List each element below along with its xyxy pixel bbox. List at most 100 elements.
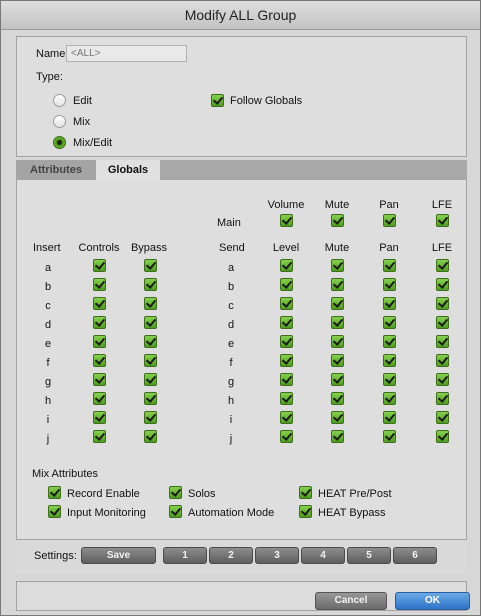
cancel-button[interactable]: Cancel [315, 592, 387, 610]
main-pan-checkbox[interactable] [383, 214, 396, 227]
type-radio-edit[interactable] [53, 94, 66, 107]
send-pan-checkbox[interactable] [383, 430, 396, 443]
insert-controls-checkbox[interactable] [93, 392, 106, 405]
send-lfe-checkbox[interactable] [436, 278, 449, 291]
insert-bypass-checkbox[interactable] [144, 373, 157, 386]
send-row-label: h [227, 395, 235, 407]
insert-controls-checkbox[interactable] [93, 278, 106, 291]
send-level-checkbox[interactable] [280, 373, 293, 386]
settings-preset-5-button[interactable]: 5 [347, 547, 391, 564]
input-monitoring-label: Input Monitoring [67, 507, 146, 519]
send-mute-checkbox[interactable] [331, 335, 344, 348]
automation-mode-checkbox[interactable] [169, 505, 182, 518]
settings-preset-6-button[interactable]: 6 [393, 547, 437, 564]
send-lfe-checkbox[interactable] [436, 259, 449, 272]
send-pan-checkbox[interactable] [383, 411, 396, 424]
insert-bypass-checkbox[interactable] [144, 354, 157, 367]
insert-controls-checkbox[interactable] [93, 316, 106, 329]
insert-controls-checkbox[interactable] [93, 411, 106, 424]
send-lfe-checkbox[interactable] [436, 316, 449, 329]
type-radio-mix-edit[interactable] [53, 136, 66, 149]
send-mute-checkbox[interactable] [331, 411, 344, 424]
main-mute-checkbox[interactable] [331, 214, 344, 227]
send-level-checkbox[interactable] [280, 354, 293, 367]
send-pan-checkbox[interactable] [383, 354, 396, 367]
solos-label: Solos [188, 488, 216, 500]
type-radio-label: Mix [73, 116, 91, 128]
send-mute-checkbox[interactable] [331, 430, 344, 443]
settings-preset-1-button[interactable]: 1 [163, 547, 207, 564]
send-level-checkbox[interactable] [280, 392, 293, 405]
send-lfe-checkbox[interactable] [436, 354, 449, 367]
name-input[interactable] [66, 45, 187, 62]
insert-controls-checkbox[interactable] [93, 354, 106, 367]
type-label: Type: [36, 71, 63, 83]
send-mute-checkbox[interactable] [331, 297, 344, 310]
send-mute-checkbox[interactable] [331, 392, 344, 405]
bypass-header: Bypass [130, 242, 168, 254]
main-volume-checkbox[interactable] [280, 214, 293, 227]
type-radio-label: Edit [73, 95, 92, 107]
insert-controls-checkbox[interactable] [93, 259, 106, 272]
tab-globals[interactable]: Globals [96, 160, 160, 180]
insert-controls-checkbox[interactable] [93, 373, 106, 386]
send-row-label: a [227, 262, 235, 274]
main-lfe-checkbox[interactable] [436, 214, 449, 227]
insert-controls-checkbox[interactable] [93, 335, 106, 348]
send-mute-checkbox[interactable] [331, 354, 344, 367]
send-pan-checkbox[interactable] [383, 335, 396, 348]
insert-bypass-checkbox[interactable] [144, 335, 157, 348]
send-lfe-checkbox[interactable] [436, 373, 449, 386]
insert-bypass-checkbox[interactable] [144, 259, 157, 272]
send-pan-checkbox[interactable] [383, 259, 396, 272]
insert-controls-checkbox[interactable] [93, 297, 106, 310]
record-enable-checkbox[interactable] [48, 486, 61, 499]
send-row-label: e [227, 338, 235, 350]
follow-globals-checkbox[interactable] [211, 94, 224, 107]
send-mute-checkbox[interactable] [331, 259, 344, 272]
insert-bypass-checkbox[interactable] [144, 392, 157, 405]
send-level-checkbox[interactable] [280, 335, 293, 348]
send-lfe-checkbox[interactable] [436, 430, 449, 443]
insert-bypass-checkbox[interactable] [144, 316, 157, 329]
send-lfe-checkbox[interactable] [436, 392, 449, 405]
insert-row-label: h [44, 395, 52, 407]
send-level-checkbox[interactable] [280, 259, 293, 272]
send-pan-checkbox[interactable] [383, 392, 396, 405]
heat-bypass-checkbox[interactable] [299, 505, 312, 518]
send-pan-checkbox[interactable] [383, 316, 396, 329]
tab-attributes[interactable]: Attributes [16, 160, 96, 180]
send-mute-header: Mute [324, 242, 350, 254]
settings-preset-2-button[interactable]: 2 [209, 547, 253, 564]
heat-pre-post-checkbox[interactable] [299, 486, 312, 499]
settings-preset-3-button[interactable]: 3 [255, 547, 299, 564]
send-level-checkbox[interactable] [280, 297, 293, 310]
send-level-checkbox[interactable] [280, 278, 293, 291]
send-pan-checkbox[interactable] [383, 297, 396, 310]
insert-header: Insert [33, 242, 61, 254]
send-pan-header: Pan [379, 242, 399, 254]
insert-bypass-checkbox[interactable] [144, 278, 157, 291]
send-level-checkbox[interactable] [280, 316, 293, 329]
insert-row-label: i [46, 414, 50, 426]
send-mute-checkbox[interactable] [331, 316, 344, 329]
insert-controls-checkbox[interactable] [93, 430, 106, 443]
settings-save-button[interactable]: Save [81, 547, 156, 564]
send-lfe-checkbox[interactable] [436, 335, 449, 348]
insert-bypass-checkbox[interactable] [144, 411, 157, 424]
send-level-checkbox[interactable] [280, 430, 293, 443]
input-monitoring-checkbox[interactable] [48, 505, 61, 518]
settings-preset-4-button[interactable]: 4 [301, 547, 345, 564]
send-lfe-checkbox[interactable] [436, 411, 449, 424]
send-pan-checkbox[interactable] [383, 373, 396, 386]
insert-bypass-checkbox[interactable] [144, 297, 157, 310]
ok-button[interactable]: OK [395, 592, 470, 610]
send-pan-checkbox[interactable] [383, 278, 396, 291]
send-level-checkbox[interactable] [280, 411, 293, 424]
send-mute-checkbox[interactable] [331, 373, 344, 386]
solos-checkbox[interactable] [169, 486, 182, 499]
send-lfe-checkbox[interactable] [436, 297, 449, 310]
send-mute-checkbox[interactable] [331, 278, 344, 291]
insert-bypass-checkbox[interactable] [144, 430, 157, 443]
type-radio-mix[interactable] [53, 115, 66, 128]
